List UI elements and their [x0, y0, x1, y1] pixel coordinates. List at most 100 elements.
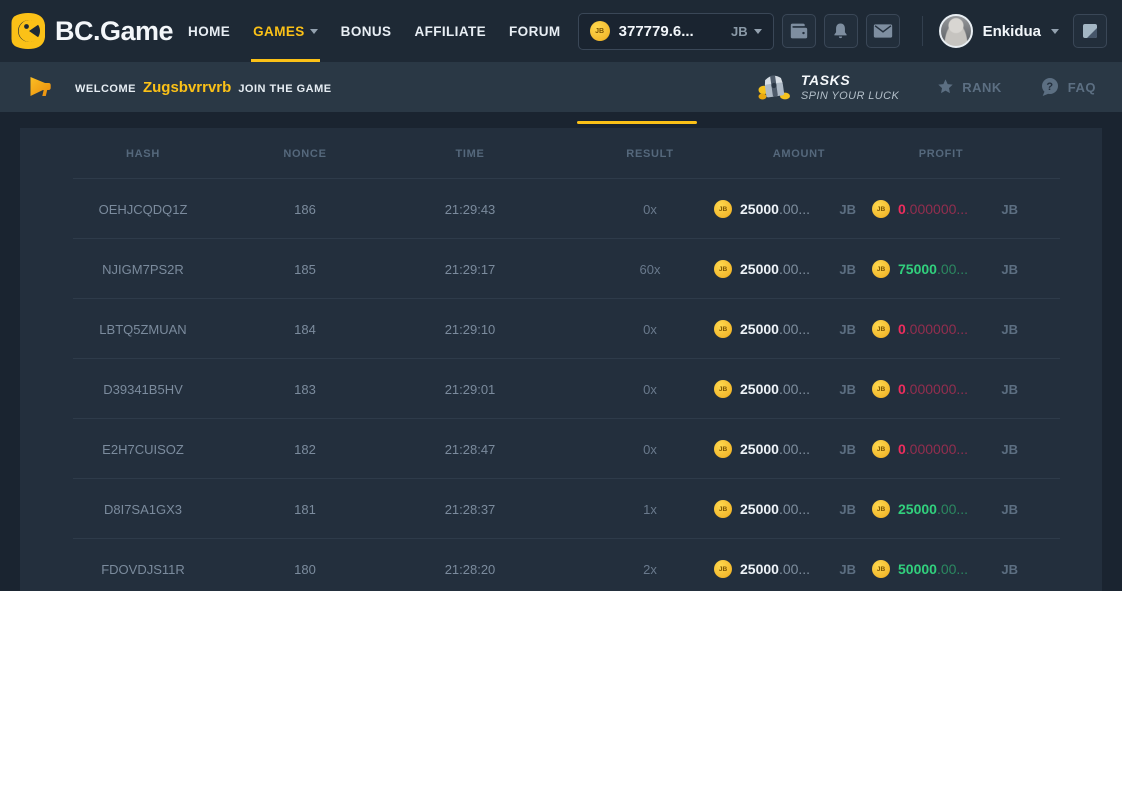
- nav-bonus[interactable]: BONUS: [339, 0, 394, 62]
- jb-coin-icon: JB: [590, 21, 610, 41]
- bet-time: 21:28:47: [344, 442, 596, 457]
- currency-label: JB: [731, 24, 748, 39]
- bet-result: 0x: [596, 382, 704, 397]
- jb-coin-icon: JB: [714, 380, 732, 398]
- faq-label: FAQ: [1068, 80, 1096, 95]
- jb-coin-icon: JB: [714, 260, 732, 278]
- main-navigation: HOME GAMES BONUS AFFILIATE FORUM: [186, 0, 562, 62]
- balance-amount: 377779.6...: [619, 23, 694, 40]
- bell-icon: [831, 21, 850, 41]
- col-hash: HASH: [20, 148, 266, 160]
- logo[interactable]: BC.Game: [10, 12, 173, 50]
- tasks-link[interactable]: TASKS SPIN YOUR LUCK: [757, 71, 899, 103]
- amount-value: 25000.00...: [740, 441, 810, 457]
- bet-result: 0x: [596, 322, 704, 337]
- user-menu[interactable]: Enkidua: [939, 14, 1059, 48]
- currency-label: JB: [1001, 442, 1018, 457]
- profit-value: 75000.00...: [898, 261, 968, 277]
- bet-profit: JB 0.000000... JB: [864, 380, 1102, 398]
- table-row[interactable]: D8I7SA1GX3 181 21:28:37 1x JB 25000.00..…: [20, 479, 1102, 539]
- bet-hash: D39341B5HV: [20, 382, 266, 397]
- bet-hash: FDOVDJS11R: [20, 562, 266, 577]
- bet-amount: JB 25000.00... JB: [704, 260, 864, 278]
- col-result: RESULT: [596, 148, 704, 160]
- bet-amount: JB 25000.00... JB: [704, 440, 864, 458]
- bet-profit: JB 25000.00... JB: [864, 500, 1102, 518]
- welcome-prefix: WELCOME: [75, 83, 136, 95]
- bet-hash: LBTQ5ZMUAN: [20, 322, 266, 337]
- nav-home[interactable]: HOME: [186, 0, 232, 62]
- table-row[interactable]: OEHJCQDQ1Z 186 21:29:43 0x JB 25000.00..…: [20, 179, 1102, 239]
- bet-nonce: 182: [266, 442, 344, 457]
- chat-toggle-button[interactable]: [1073, 14, 1107, 48]
- megaphone-icon: [28, 76, 53, 98]
- nav-affiliate[interactable]: AFFILIATE: [412, 0, 488, 62]
- tasks-title: TASKS: [801, 72, 899, 88]
- bet-profit: JB 0.000000... JB: [864, 320, 1102, 338]
- amount-value: 25000.00...: [740, 321, 810, 337]
- amount-value: 25000.00...: [740, 561, 810, 577]
- col-amount: AMOUNT: [704, 148, 864, 160]
- bet-hash: NJIGM7PS2R: [20, 262, 266, 277]
- top-navbar: BC.Game HOME GAMES BONUS AFFILIATE FORUM…: [0, 0, 1122, 62]
- currency-label: JB: [839, 502, 856, 517]
- announcement-bar-right: TASKS SPIN YOUR LUCK RANK ? FAQ: [757, 71, 1096, 103]
- currency-label: JB: [839, 382, 856, 397]
- currency-label: JB: [839, 202, 856, 217]
- table-row[interactable]: D39341B5HV 183 21:29:01 0x JB 25000.00..…: [20, 359, 1102, 419]
- col-time: TIME: [344, 148, 596, 160]
- jb-coin-icon: JB: [714, 320, 732, 338]
- currency-selector[interactable]: JB: [731, 24, 762, 39]
- table-row[interactable]: E2H7CUISOZ 182 21:28:47 0x JB 25000.00..…: [20, 419, 1102, 479]
- table-row[interactable]: LBTQ5ZMUAN 184 21:29:10 0x JB 25000.00..…: [20, 299, 1102, 359]
- currency-label: JB: [839, 262, 856, 277]
- table-row[interactable]: NJIGM7PS2R 185 21:29:17 60x JB 25000.00.…: [20, 239, 1102, 299]
- rank-link[interactable]: RANK: [937, 79, 1002, 95]
- bet-amount: JB 25000.00... JB: [704, 560, 864, 578]
- bet-time: 21:29:17: [344, 262, 596, 277]
- bet-amount: JB 25000.00... JB: [704, 320, 864, 338]
- nav-forum[interactable]: FORUM: [507, 0, 563, 62]
- profit-value: 0.000000...: [898, 321, 968, 337]
- nav-games[interactable]: GAMES: [251, 0, 320, 62]
- bet-hash: OEHJCQDQ1Z: [20, 202, 266, 217]
- currency-label: JB: [839, 562, 856, 577]
- jb-coin-icon: JB: [714, 500, 732, 518]
- currency-label: JB: [839, 322, 856, 337]
- balance-dropdown[interactable]: JB 377779.6... JB: [578, 13, 774, 50]
- profit-value: 0.000000...: [898, 201, 968, 217]
- profit-value: 0.000000...: [898, 381, 968, 397]
- currency-label: JB: [1001, 202, 1018, 217]
- faq-link[interactable]: ? FAQ: [1040, 77, 1096, 97]
- messages-button[interactable]: [866, 14, 900, 48]
- bet-amount: JB 25000.00... JB: [704, 380, 864, 398]
- bet-result: 1x: [596, 502, 704, 517]
- tasks-subtitle: SPIN YOUR LUCK: [801, 90, 899, 102]
- bet-profit: JB 0.000000... JB: [864, 200, 1102, 218]
- jb-coin-icon: JB: [872, 500, 890, 518]
- currency-label: JB: [1001, 562, 1018, 577]
- bet-result: 0x: [596, 202, 704, 217]
- jb-coin-icon: JB: [714, 440, 732, 458]
- bet-time: 21:28:20: [344, 562, 596, 577]
- chat-icon: [1080, 21, 1100, 41]
- logo-text: BC.Game: [55, 16, 173, 47]
- jb-coin-icon: JB: [714, 200, 732, 218]
- chevron-down-icon: [754, 29, 762, 34]
- welcome-username[interactable]: Zugsbvrrvrb: [143, 79, 231, 96]
- col-nonce: NONCE: [266, 148, 344, 160]
- amount-value: 25000.00...: [740, 261, 810, 277]
- welcome-message: WELCOME Zugsbvrrvrb JOIN THE GAME: [75, 79, 332, 96]
- announcement-bar: WELCOME Zugsbvrrvrb JOIN THE GAME: [0, 62, 1122, 112]
- jb-coin-icon: JB: [872, 200, 890, 218]
- notifications-button[interactable]: [824, 14, 858, 48]
- bet-time: 21:29:10: [344, 322, 596, 337]
- chevron-down-icon: [310, 29, 318, 34]
- chest-icon: [757, 71, 791, 103]
- bet-profit: JB 0.000000... JB: [864, 440, 1102, 458]
- svg-text:?: ?: [1046, 81, 1053, 93]
- table-row[interactable]: FDOVDJS11R 180 21:28:20 2x JB 25000.00..…: [20, 539, 1102, 591]
- wallet-button[interactable]: [782, 14, 816, 48]
- amount-value: 25000.00...: [740, 201, 810, 217]
- bet-nonce: 180: [266, 562, 344, 577]
